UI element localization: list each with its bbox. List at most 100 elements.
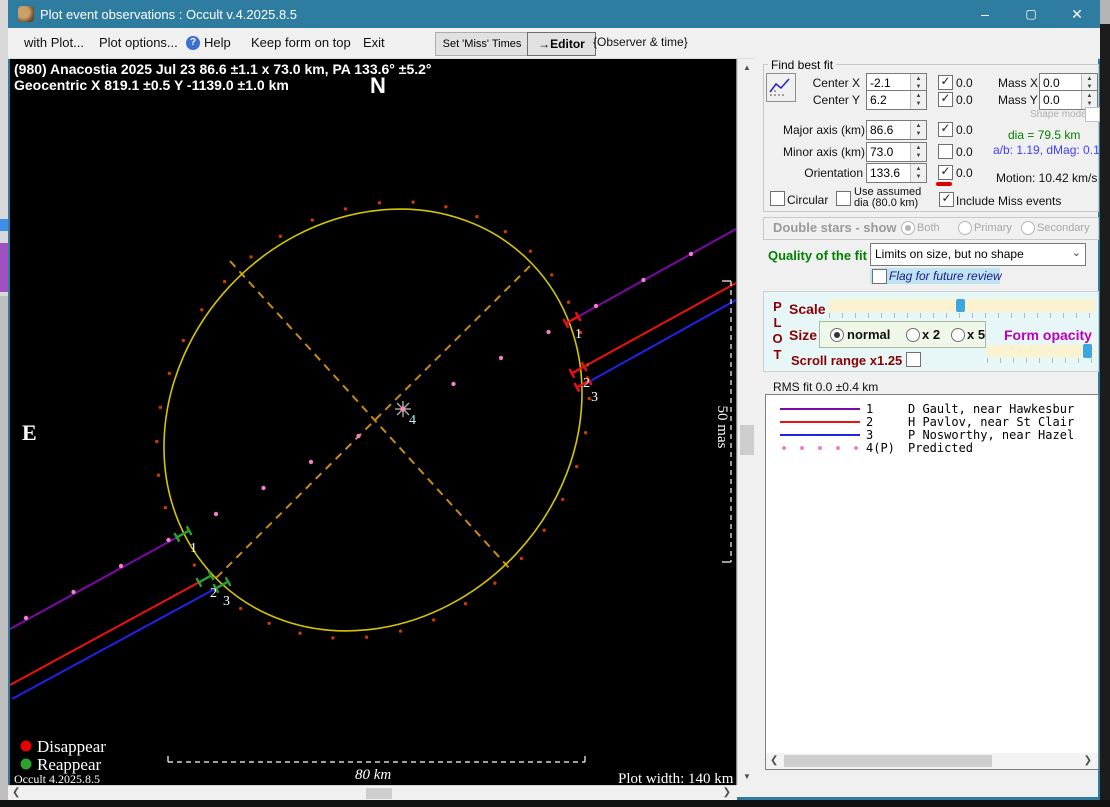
menu-with-plot[interactable]: with Plot... [24, 35, 84, 50]
fit-chart-button[interactable] [766, 73, 796, 102]
scale-label: Scale [789, 301, 826, 317]
quality-dropdown[interactable]: Limits on size, but no shape ⌄ [870, 243, 1086, 266]
plot-version: Occult 4.2025.8.5 [14, 772, 100, 783]
scale-slider-ticks [829, 313, 1095, 318]
desktop-bottom-strip [0, 800, 1110, 807]
center-x-fit-checkbox[interactable]: ✓ [938, 75, 953, 90]
editor-button[interactable]: →Editor [527, 32, 596, 56]
size-label: Size [789, 327, 817, 343]
shape-model-checkbox[interactable] [1085, 107, 1100, 122]
form-opacity-thumb[interactable] [1083, 344, 1092, 358]
double-stars-label: Double stars - show [773, 220, 897, 235]
help-icon[interactable]: ? [186, 36, 200, 50]
major-axis-fit-checkbox[interactable]: ✓ [938, 122, 953, 137]
list-scroll-right-icon[interactable]: ❯ [1084, 755, 1092, 766]
right-panel: Find best fit Center X -2.1▲▼ ✓ 0.0 Mass… [755, 58, 1098, 797]
center-x-label: Center X [798, 76, 860, 90]
list-scroll-left-icon[interactable]: ❮ [770, 755, 778, 766]
circular-checkbox[interactable] [770, 191, 785, 206]
app-icon [18, 6, 34, 22]
plot-controls-panel: PLOT Scale Size normal x 2 x 5 Form opac… [763, 291, 1099, 372]
reappear-dot [21, 759, 32, 770]
list-scroll-thumb[interactable] [784, 755, 992, 767]
background-window-sliver [0, 0, 8, 807]
size-x5-radio[interactable] [951, 328, 965, 342]
scale-slider[interactable] [829, 299, 1095, 312]
minor-axis-label: Minor axis (km) [783, 145, 863, 159]
plot-letters: PLOT [771, 299, 783, 363]
rms-fit-label: RMS fit 0.0 ±0.4 km [773, 380, 878, 394]
scroll-down-icon[interactable]: ▼ [738, 772, 756, 781]
circular-label: Circular [787, 193, 828, 207]
plot-vertical-scrollbar[interactable]: ▲ ▼ [737, 59, 756, 785]
double-primary-radio[interactable] [958, 221, 972, 235]
predicted-path-dots [24, 226, 736, 620]
orientation-input[interactable]: 133.6▲▼ [866, 163, 927, 183]
dia-text: dia = 79.5 km [1008, 128, 1080, 142]
close-button[interactable]: ✕ [1054, 0, 1100, 28]
orientation-fit-checkbox[interactable]: ✓ [938, 165, 953, 180]
menu-help[interactable]: Help [204, 35, 231, 50]
north-label: N [370, 73, 386, 98]
chord-2-line [10, 283, 736, 685]
scroll-range-label: Scroll range x1.25 [791, 353, 902, 368]
scale-bar-label: 80 km [355, 767, 391, 783]
major-axis-input[interactable]: 86.6▲▼ [866, 120, 927, 140]
plot-canvas[interactable]: 1 2 3 1 2 3 4 [10, 59, 737, 785]
double-secondary-radio[interactable] [1021, 221, 1035, 235]
scale-slider-thumb[interactable] [956, 299, 965, 312]
minor-axis-fit-checkbox[interactable] [938, 144, 953, 159]
reappear-marker-1 [174, 526, 191, 542]
size-radio-group: normal x 2 x 5 [819, 321, 986, 348]
orientation-label: Orientation [783, 166, 863, 180]
chord1-r-label: 1 [190, 541, 197, 556]
form-opacity-slider[interactable] [987, 345, 1095, 357]
flag-label: Flag for future review [889, 269, 1002, 283]
title-bar: Plot event observations : Occult v.4.202… [8, 0, 1100, 28]
legend-line-chord2 [780, 421, 860, 423]
include-miss-checkbox[interactable]: ✓ [939, 192, 954, 207]
double-both-radio[interactable] [901, 221, 915, 235]
horizontal-scroll-thumb[interactable] [366, 788, 392, 799]
vertical-scroll-thumb[interactable] [740, 425, 754, 455]
observer-name: H Pavlov, near St Clair [908, 415, 1074, 429]
chevron-down-icon: ⌄ [1072, 246, 1081, 259]
observer-name: P Nosworthy, near Hazel [908, 428, 1074, 442]
chord-3-line [12, 300, 736, 699]
screen: Plot event observations : Occult v.4.202… [0, 0, 1110, 807]
include-miss-label: Include Miss events [956, 194, 1061, 208]
maximize-button[interactable]: ▢ [1008, 0, 1054, 28]
center-y-sigma: 0.0 [956, 93, 973, 107]
set-miss-times-button[interactable]: Set 'Miss' Times [435, 32, 529, 56]
mass-x-label: Mass X [998, 76, 1038, 90]
menu-exit[interactable]: Exit [363, 35, 385, 50]
major-axis-sigma: 0.0 [956, 123, 973, 137]
plot-title-line2: Geocentric X 819.1 ±0.5 Y -1139.0 ±1.0 k… [14, 77, 289, 93]
observer-name: Predicted [908, 441, 973, 455]
scroll-left-icon[interactable]: ❮ [12, 787, 20, 798]
observer-list-scrollbar[interactable]: ❮ ❯ [766, 753, 1098, 769]
size-x2-radio[interactable] [906, 328, 920, 342]
legend-dots-predicted [782, 446, 786, 450]
use-assumed-checkbox[interactable] [836, 191, 851, 206]
scroll-right-icon[interactable]: ❯ [723, 787, 731, 798]
legend-disappear: Disappear [37, 737, 106, 756]
minimize-button[interactable]: – [962, 0, 1008, 28]
scroll-up-icon[interactable]: ▲ [738, 63, 756, 72]
ab-dmag-text: a/b: 1.19, dMag: 0.19 [993, 143, 1106, 157]
scroll-range-checkbox[interactable] [906, 352, 921, 367]
menu-plot-options[interactable]: Plot options... [99, 35, 178, 50]
observer-list[interactable]: 1 D Gault, near Hawkesbur 2 H Pavlov, ne… [765, 394, 1099, 770]
minor-axis-input[interactable]: 73.0▲▼ [866, 142, 927, 162]
center-y-fit-checkbox[interactable]: ✓ [938, 92, 953, 107]
use-assumed-label: Use assumeddia (80.0 km) [854, 187, 921, 209]
plot-horizontal-scrollbar[interactable]: ❮ ❯ [8, 785, 737, 801]
flag-checkbox[interactable] [872, 269, 887, 284]
center-y-input[interactable]: 6.2▲▼ [866, 90, 927, 110]
menu-keep-on-top[interactable]: Keep form on top [251, 35, 351, 50]
background-grey-block [0, 296, 8, 807]
plot-title-line1: (980) Anacostia 2025 Jul 23 86.6 ±1.1 x … [14, 61, 432, 77]
double-secondary-label: Secondary [1037, 222, 1090, 234]
size-normal-radio[interactable] [830, 328, 844, 342]
chord1-d-label: 1 [575, 327, 582, 342]
